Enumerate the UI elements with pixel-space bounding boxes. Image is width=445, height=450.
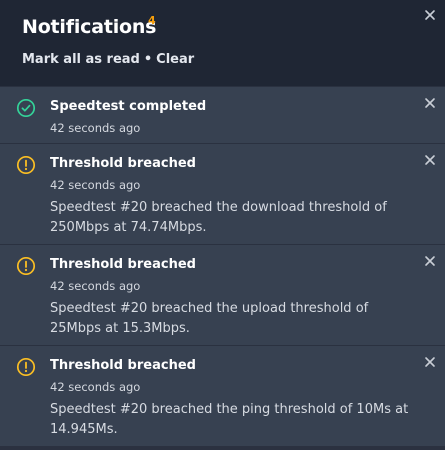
notification-item: Threshold breached 42 seconds ago Speedt… (0, 244, 445, 345)
close-icon[interactable] (423, 8, 437, 22)
dismiss-notification-icon[interactable] (423, 96, 437, 110)
notification-title: Speedtest completed (50, 99, 207, 114)
notification-time: 42 seconds ago (50, 121, 141, 135)
notification-count-badge: 4 (148, 14, 156, 27)
notification-item: Speedtest completed 42 seconds ago (0, 86, 445, 143)
notifications-header: Notifications 4 Mark all as read • Clear (0, 0, 445, 86)
notifications-title: Notifications (22, 16, 157, 38)
notification-title: Threshold breached (50, 257, 196, 272)
warning-circle-icon (16, 256, 36, 276)
notification-list: Speedtest completed 42 seconds ago Thres… (0, 86, 445, 446)
warning-circle-icon (16, 155, 36, 175)
notification-item: Threshold breached 42 seconds ago Speedt… (0, 143, 445, 244)
warning-circle-icon (16, 357, 36, 377)
dismiss-notification-icon[interactable] (423, 153, 437, 167)
bottom-divider (0, 446, 445, 450)
notification-body: Speedtest #20 breached the download thre… (50, 200, 387, 235)
mark-all-read-button[interactable]: Mark all as read (22, 52, 140, 67)
notification-time: 42 seconds ago (50, 380, 141, 394)
notification-time: 42 seconds ago (50, 279, 141, 293)
notification-item: Threshold breached 42 seconds ago Speedt… (0, 345, 445, 446)
clear-button[interactable]: Clear (156, 52, 194, 67)
notification-time: 42 seconds ago (50, 178, 141, 192)
header-actions: Mark all as read • Clear (22, 52, 194, 67)
actions-separator: • (143, 52, 153, 67)
notification-body: Speedtest #20 breached the upload thresh… (50, 301, 369, 336)
dismiss-notification-icon[interactable] (423, 254, 437, 268)
notification-title: Threshold breached (50, 358, 196, 373)
notifications-panel: Notifications 4 Mark all as read • Clear S… (0, 0, 445, 450)
notification-body: Speedtest #20 breached the ping threshol… (50, 402, 409, 437)
notification-title: Threshold breached (50, 156, 196, 171)
dismiss-notification-icon[interactable] (423, 355, 437, 369)
check-circle-icon (16, 98, 36, 118)
